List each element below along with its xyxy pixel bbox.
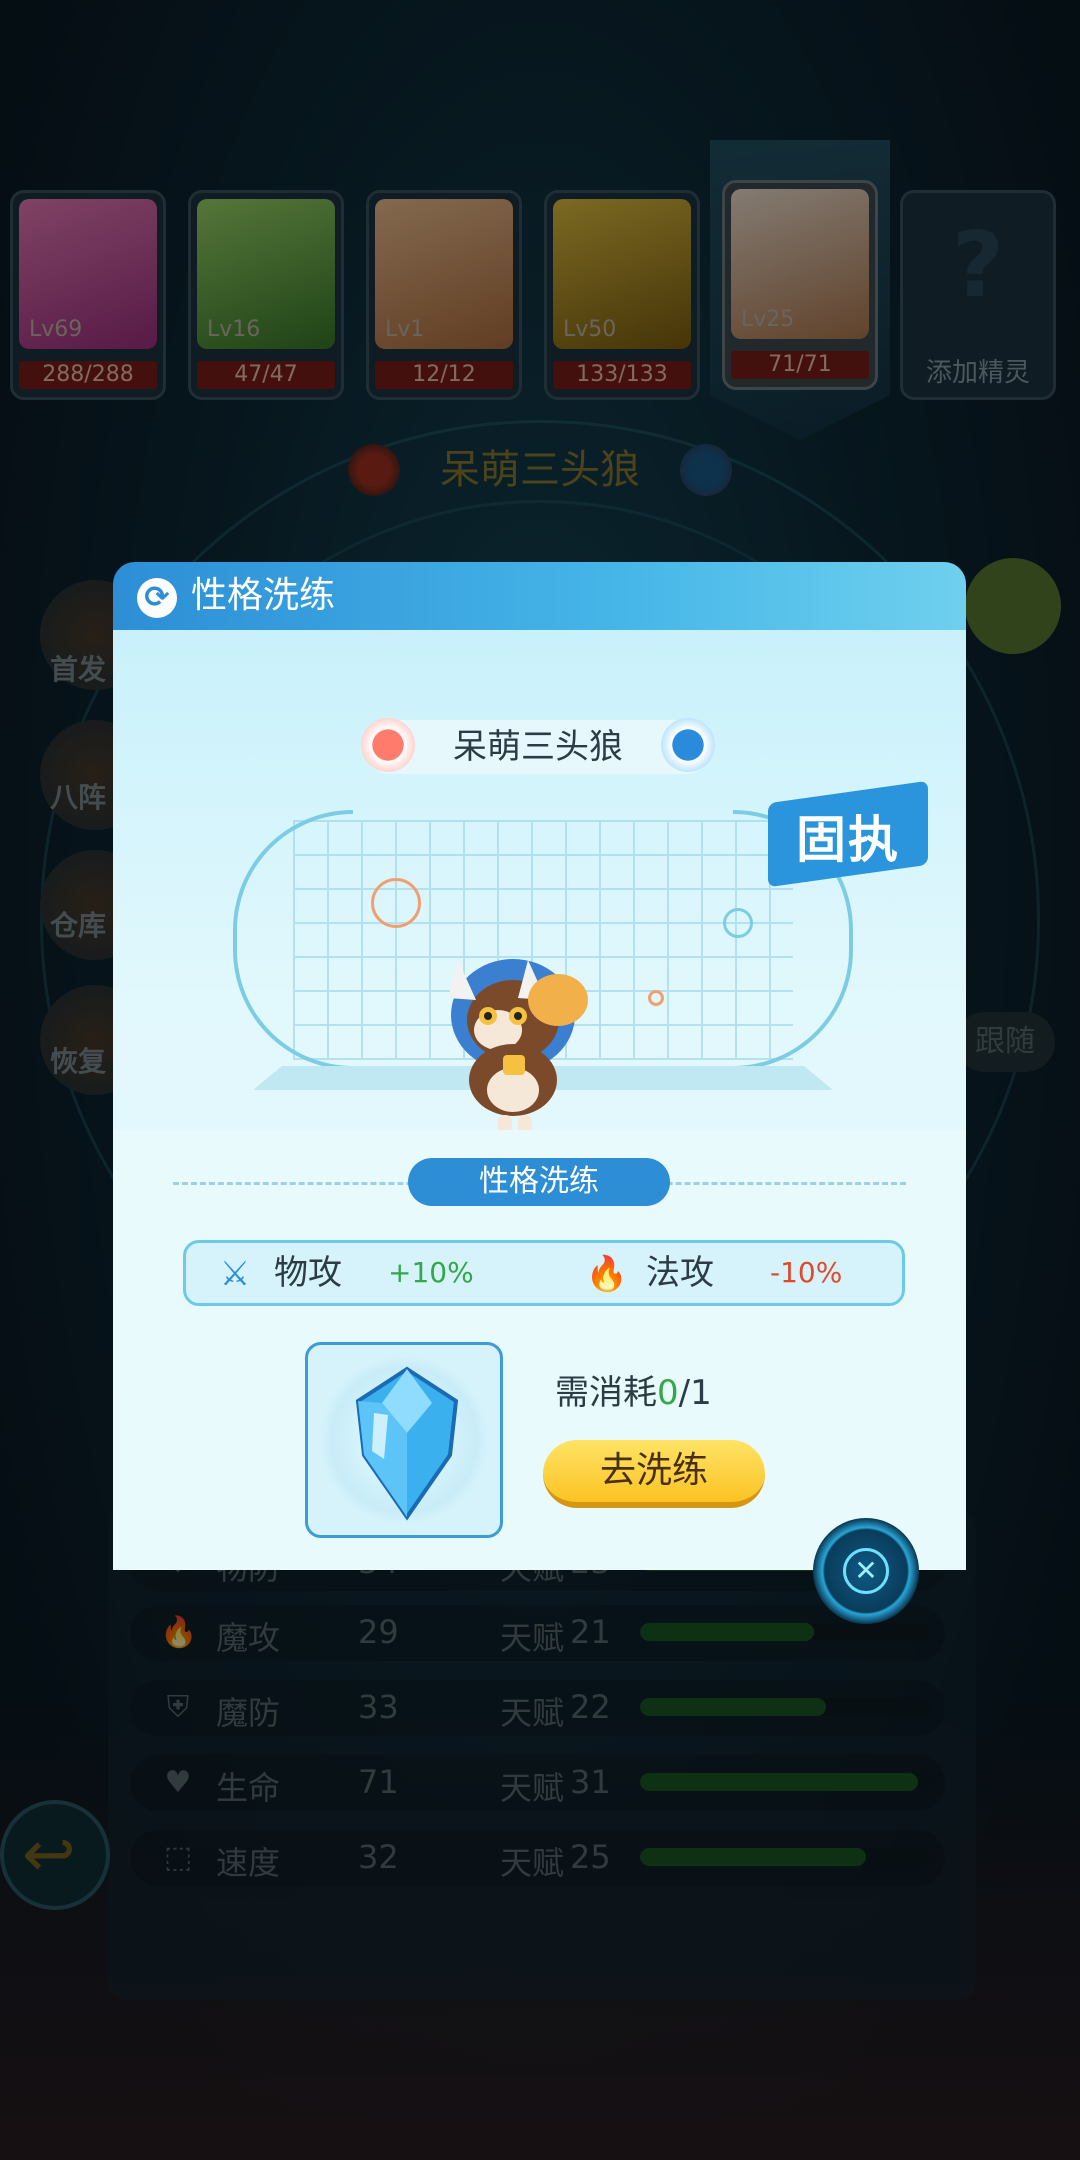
target-ring-icon [648,990,664,1006]
section-tab-reroll: 性格洗练 [408,1158,670,1206]
target-ring-icon [371,878,421,928]
close-icon: ✕ [843,1548,889,1594]
effect-change-1: +10% [388,1256,474,1289]
target-ring-icon [723,908,753,938]
pet-name-pill: 呆萌三头狼 [361,718,715,774]
cost-label: 需消耗 [555,1373,657,1413]
nature-trait-badge: 固执 [768,780,928,888]
effect-change-2: -10% [770,1256,843,1289]
flame-icon: 🔥 [585,1254,629,1294]
modal-header: ⟳ 性格洗练 [113,562,966,630]
effect-stat-2: 法攻 [646,1253,714,1293]
modal-body: 呆萌三头狼 固执 性格洗练 ⚔ 物攻 +10% 🔥 法攻 -10% 需消耗0/1… [113,630,966,1570]
modal-title: 性格洗练 [191,575,336,616]
pet-sprite [448,959,588,1137]
cost-owned: 0 [657,1373,679,1413]
element-badge-icon [661,718,715,772]
nature-effect-box: ⚔ 物攻 +10% 🔥 法攻 -10% [183,1240,905,1306]
arena-frame-left [233,810,353,1070]
cost-text: 需消耗0/1 [555,1365,712,1414]
go-reroll-button[interactable]: 去洗练 [543,1440,765,1508]
cost-required: /1 [678,1373,712,1413]
blue-crystal-icon [355,1366,459,1521]
nature-trait-label: 固执 [796,811,900,869]
nature-reroll-modal: ⟳ 性格洗练 呆萌三头狼 固执 性格洗练 ⚔ 物攻 +10% 🔥 法攻 -10%… [113,562,966,1570]
refresh-icon: ⟳ [137,578,177,618]
reroll-item-card[interactable] [305,1342,503,1538]
close-button[interactable]: ✕ [813,1518,919,1624]
sword-icon: ⚔ [219,1254,251,1294]
effect-stat-1: 物攻 [274,1253,342,1293]
